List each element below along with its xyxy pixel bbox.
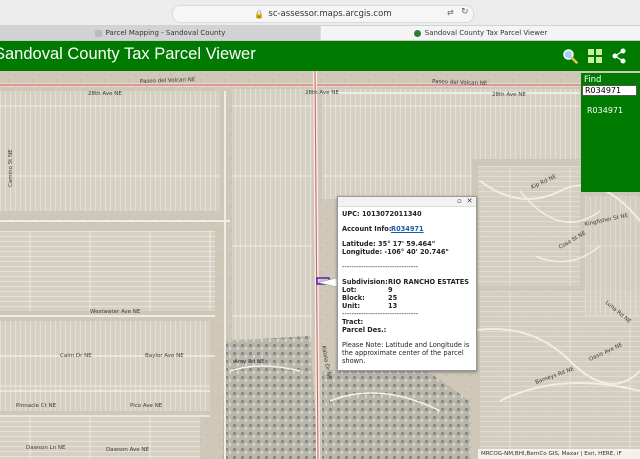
account-info-link[interactable]: R034971 bbox=[391, 225, 424, 233]
subdivision-value: RIO RANCHO ESTATES bbox=[388, 278, 469, 286]
tab-label: Sandoval County Tax Parcel Viewer bbox=[424, 29, 548, 37]
subdivision-label: Subdivision: bbox=[342, 278, 388, 286]
lot-label: Lot: bbox=[342, 286, 357, 294]
map-attribution: MRCOG-NM,BHI,BernCo GIS, Maxar | Esri, H… bbox=[478, 449, 640, 459]
page-icon bbox=[94, 29, 102, 37]
street-label: Camino St NE bbox=[8, 149, 14, 187]
lock-icon: 🔒 bbox=[254, 9, 265, 19]
tab-parcel-mapping[interactable]: Parcel Mapping - Sandoval County bbox=[0, 26, 320, 40]
popup-titlebar: ▫ ✕ bbox=[338, 197, 476, 207]
globe-icon bbox=[413, 29, 421, 37]
note-line: Please Note: Latitude and Longitude is bbox=[342, 341, 470, 349]
street-label: Pinnacle Ct NE bbox=[16, 403, 57, 409]
street-label: Dawson Ln NE bbox=[26, 445, 66, 451]
reload-icon[interactable]: ↻ bbox=[461, 7, 469, 17]
note-line: the approximate center of the parcel bbox=[342, 349, 464, 357]
unit-label: Unit: bbox=[342, 302, 361, 310]
parcel-des-label: Parcel Des.: bbox=[342, 326, 387, 334]
page-title: Sandoval County Tax Parcel Viewer bbox=[0, 45, 256, 63]
parcel-info-popup: ▫ ✕ UPC: 1013072011340 Account Info: R03… bbox=[337, 196, 477, 371]
close-icon[interactable]: ✕ bbox=[466, 198, 473, 205]
tract-label: Tract: bbox=[342, 318, 364, 326]
grid-icon[interactable] bbox=[587, 48, 603, 64]
maximize-icon[interactable]: ▫ bbox=[456, 198, 463, 205]
block-label: Block: bbox=[342, 294, 365, 302]
unit-value: 13 bbox=[388, 302, 398, 310]
app-header: Sandoval County Tax Parcel Viewer bbox=[0, 41, 640, 71]
find-panel: Find R034971 bbox=[581, 73, 640, 192]
tab-strip: Parcel Mapping - Sandoval County Sandova… bbox=[0, 26, 640, 41]
search-icon[interactable] bbox=[562, 48, 578, 64]
share-icon[interactable] bbox=[611, 48, 627, 64]
translate-icon[interactable]: ⇄ bbox=[447, 8, 454, 17]
street-label: Pico Ave NE bbox=[130, 403, 163, 409]
block-value: 25 bbox=[388, 294, 398, 302]
street-label: 28th Ave NE bbox=[88, 91, 122, 97]
url-text: sc-assessor.maps.arcgis.com bbox=[268, 9, 392, 19]
account-info-label: Account Info: bbox=[342, 225, 392, 233]
latitude-text: Latitude: 35° 17' 59.464" bbox=[342, 240, 436, 248]
lot-value: 9 bbox=[388, 286, 393, 294]
longitude-text: Longitude: -106° 40' 20.746" bbox=[342, 248, 449, 256]
tab-label: Parcel Mapping - Sandoval County bbox=[105, 29, 226, 37]
map-view[interactable]: Paseo del Volcan NE Paseo del Volcan NE … bbox=[0, 71, 640, 459]
find-label: Find bbox=[584, 75, 602, 85]
find-result-item[interactable]: R034971 bbox=[587, 106, 623, 115]
browser-toolbar: 🔒 sc-assessor.maps.arcgis.com ⇄ ↻ bbox=[0, 0, 640, 26]
note-line: shown. bbox=[342, 357, 366, 365]
street-label: Dawson Ave NE bbox=[106, 447, 150, 453]
popup-pointer bbox=[317, 278, 337, 287]
find-input[interactable] bbox=[582, 85, 637, 96]
parcel-map: Paseo del Volcan NE Paseo del Volcan NE … bbox=[0, 71, 640, 459]
street-label: 28th Ave NE bbox=[492, 92, 526, 98]
street-label: Amy Rd NE bbox=[234, 359, 265, 365]
separator: -------------------------------- bbox=[342, 310, 419, 318]
separator: -------------------------------- bbox=[342, 263, 419, 271]
street-label: Calm Dr NE bbox=[60, 353, 92, 359]
tab-tax-parcel-viewer[interactable]: Sandoval County Tax Parcel Viewer bbox=[321, 26, 640, 40]
street-label: Westwater Ave NE bbox=[90, 309, 141, 315]
upc-text: UPC: 1013072011340 bbox=[342, 210, 422, 218]
street-label: 28th Ave NE bbox=[305, 90, 339, 96]
address-bar[interactable]: 🔒 sc-assessor.maps.arcgis.com bbox=[172, 5, 474, 23]
street-label: Baylor Ave NE bbox=[145, 353, 184, 359]
